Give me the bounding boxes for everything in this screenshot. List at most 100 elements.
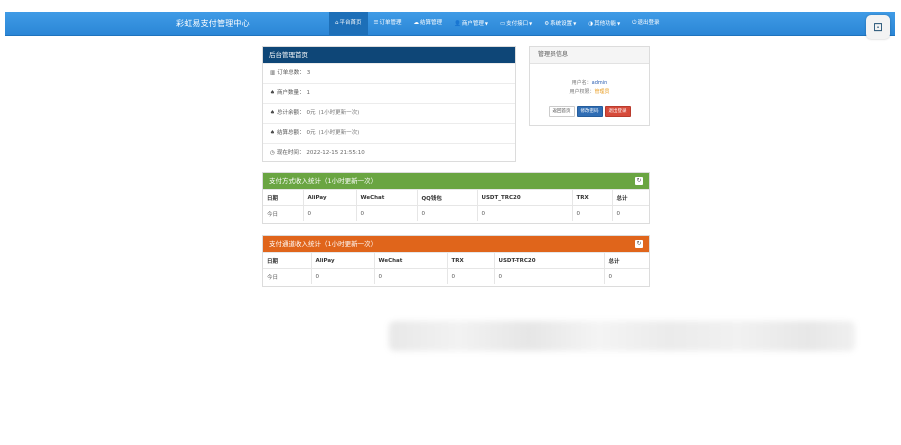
- channel-stats-title: 支付通道收入统计（1小时更新一次） ↻: [263, 236, 649, 252]
- power-icon: ⏻: [632, 20, 637, 26]
- column-header: USDT_TRC20: [476, 189, 572, 206]
- row-note: (1小时更新一次): [318, 130, 360, 136]
- nav-system-settings[interactable]: ⚙系统设置▼: [538, 12, 582, 35]
- money-icon: ♠: [270, 90, 275, 96]
- dashboard-title: 后台管理首页: [263, 47, 515, 63]
- row-value: 1: [306, 90, 310, 96]
- change-password-button[interactable]: 修改密码: [576, 106, 603, 117]
- caret-down-icon: ▼: [484, 21, 488, 26]
- card-icon: ▭: [499, 21, 506, 27]
- table-cell: 今日: [263, 205, 303, 221]
- cloud-icon: ☁: [413, 20, 419, 26]
- order-count-row: ▥ 订单总数： 3: [263, 63, 515, 83]
- column-header: AliPay: [310, 252, 374, 269]
- pay-type-stats-title: 支付方式收入统计（1小时更新一次） ↻: [263, 173, 649, 189]
- row-label: 总计余额：: [276, 110, 305, 116]
- admin-panel: 管理员信息 用户名：admin 用户权限：管理员 返回首页 修改密码 退出登录: [529, 46, 650, 126]
- row-label: 商户数量：: [276, 90, 305, 96]
- nav-label: 平台首页: [339, 20, 362, 26]
- column-header: QQ钱包: [416, 189, 477, 206]
- gear-icon: ⚙: [544, 21, 550, 27]
- row-label: 结算总额：: [276, 130, 305, 136]
- admin-actions: 返回首页 修改密码 退出登录: [530, 106, 649, 117]
- nav-label: 支付接口: [506, 21, 529, 27]
- channel-stats-table: 日期 AliPay WeChat TRX USDT-TRC20 总计 今日 0 …: [263, 252, 649, 284]
- column-header: AliPay: [302, 189, 356, 206]
- table-cell: 0: [373, 268, 447, 284]
- table-cell: 0: [493, 268, 604, 284]
- nav-payment-api[interactable]: ▭支付接口▼: [494, 12, 538, 35]
- refresh-icon[interactable]: ↻: [635, 240, 643, 248]
- top-navbar: 彩虹易支付管理中心 ⌂平台首页 ☰订单管理 ☁结算管理 👤商户管理▼ ▭支付接口…: [5, 12, 895, 36]
- role-value: 管理员: [594, 89, 610, 95]
- column-header: WeChat: [355, 189, 417, 206]
- username-label: 用户名：: [571, 80, 592, 86]
- screenshot-scan-icon[interactable]: ⊡: [866, 15, 890, 39]
- nav-label: 订单管理: [379, 20, 402, 26]
- refresh-icon[interactable]: ↻: [635, 177, 643, 185]
- channel-stats-panel: 支付通道收入统计（1小时更新一次） ↻ 日期 AliPay WeChat TRX…: [262, 235, 650, 287]
- nav-label: 其他功能: [594, 21, 617, 27]
- nav-label: 结算管理: [419, 20, 442, 26]
- home-icon: ⌂: [335, 20, 339, 26]
- row-value: 2022-12-15 21:55:10: [306, 150, 365, 156]
- table-header-row: 日期 AliPay WeChat TRX USDT-TRC20 总计: [263, 252, 649, 269]
- column-header: WeChat: [373, 252, 447, 269]
- nav-other-functions[interactable]: ◑其他功能▼: [582, 12, 626, 35]
- caret-down-icon: ▼: [529, 21, 533, 26]
- nav-logout[interactable]: ⏻退出登录: [626, 12, 665, 35]
- table-row: 今日 0 0 0 0 0: [263, 268, 649, 284]
- pay-type-stats-table: 日期 AliPay WeChat QQ钱包 USDT_TRC20 TRX 总计 …: [263, 189, 649, 221]
- admin-role-line: 用户权限：管理员: [530, 88, 649, 97]
- dashboard-panel: 后台管理首页 ▥ 订单总数： 3 ♠ 商户数量： 1 ♠ 总计余额： 0元 (1小时更新一次)…: [262, 46, 516, 162]
- column-header: 总计: [611, 189, 649, 206]
- column-header: USDT-TRC20: [493, 252, 604, 269]
- nav-merchants[interactable]: 👤商户管理▼: [448, 12, 494, 35]
- table-cell: 0: [571, 205, 612, 221]
- row-value: 3: [306, 70, 311, 76]
- panel-title-text: 支付方式收入统计（1小时更新一次）: [269, 177, 378, 185]
- nav-home[interactable]: ⌂平台首页: [329, 12, 368, 35]
- table-cell: 今日: [263, 268, 311, 284]
- table-cell: 0: [611, 205, 649, 221]
- table-cell: 0: [310, 268, 374, 284]
- column-header: 日期: [263, 189, 303, 206]
- nav-label: 退出登录: [637, 20, 660, 26]
- table-cell: 0: [446, 268, 494, 284]
- pay-type-stats-panel: 支付方式收入统计（1小时更新一次） ↻ 日期 AliPay WeChat QQ钱…: [262, 172, 650, 224]
- row-value: 0元: [306, 130, 316, 136]
- user-icon: 👤: [453, 21, 461, 27]
- table-cell: 0: [603, 268, 649, 284]
- merchant-count-row: ♠ 商户数量： 1: [263, 83, 515, 103]
- panel-title-text: 支付通道收入统计（1小时更新一次）: [269, 240, 378, 248]
- table-cell: 0: [302, 205, 356, 221]
- nav-orders[interactable]: ☰订单管理: [368, 12, 408, 35]
- half-circle-icon: ◑: [588, 21, 594, 27]
- list-icon: ☰: [373, 20, 379, 26]
- table-header-row: 日期 AliPay WeChat QQ钱包 USDT_TRC20 TRX 总计: [263, 189, 649, 206]
- row-label: 订单总数：: [277, 70, 305, 76]
- bar-chart-icon: ▥: [270, 70, 276, 76]
- nav-label: 商户管理: [461, 21, 484, 27]
- username-value: admin: [591, 80, 608, 86]
- column-header: TRX: [446, 252, 494, 269]
- back-home-button[interactable]: 返回首页: [548, 106, 575, 117]
- total-balance-row: ♠ 总计余额： 0元 (1小时更新一次): [263, 103, 515, 123]
- table-cell: 0: [476, 205, 572, 221]
- caret-down-icon: ▼: [617, 21, 621, 26]
- logout-button[interactable]: 退出登录: [604, 106, 631, 117]
- table-row: 今日 0 0 0 0 0 0: [263, 205, 649, 221]
- row-note: (1小时更新一次): [318, 110, 360, 116]
- current-time-row: ◷ 现在时间： 2022-12-15 21:55:10: [263, 143, 515, 163]
- main-nav: ⌂平台首页 ☰订单管理 ☁结算管理 👤商户管理▼ ▭支付接口▼ ⚙系统设置▼ ◑…: [329, 12, 666, 35]
- row-value: 0元: [306, 110, 316, 116]
- table-cell: 0: [416, 205, 477, 221]
- row-label: 现在时间：: [276, 150, 305, 156]
- admin-title: 管理员信息: [530, 47, 649, 64]
- column-header: TRX: [571, 189, 612, 206]
- brand-title[interactable]: 彩虹易支付管理中心: [176, 12, 250, 35]
- table-cell: 0: [355, 205, 417, 221]
- nav-settlement[interactable]: ☁结算管理: [407, 12, 448, 35]
- column-header: 总计: [603, 252, 649, 269]
- column-header: 日期: [263, 252, 311, 269]
